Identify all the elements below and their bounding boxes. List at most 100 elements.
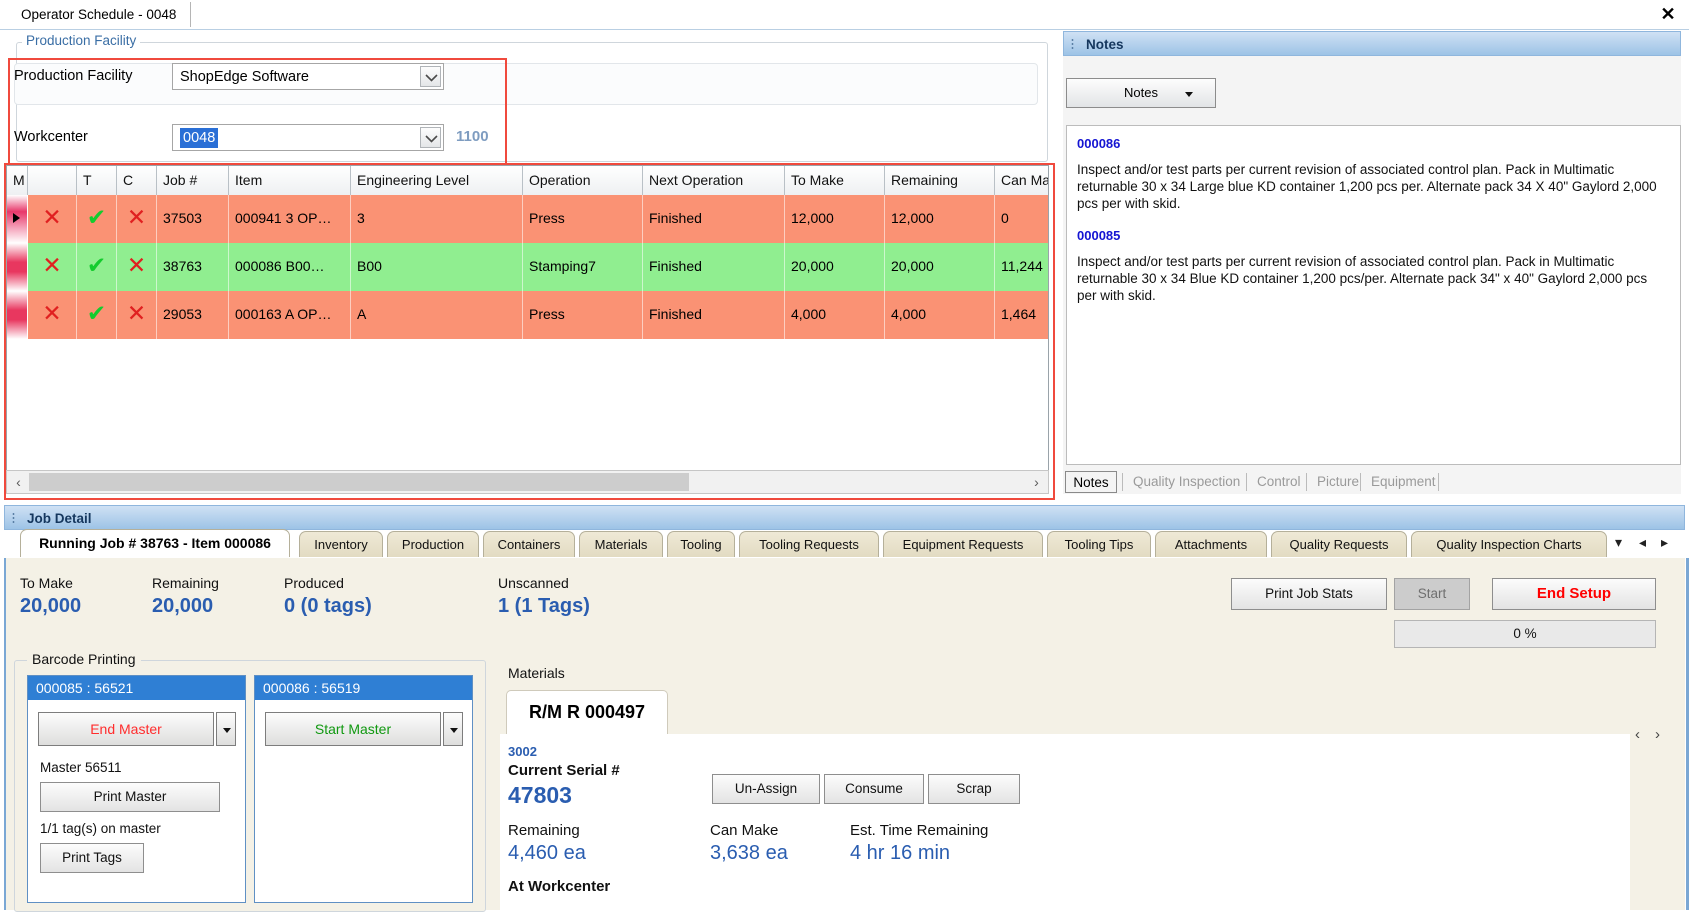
- tab-running-job[interactable]: Running Job # 38763 - Item 000086: [20, 529, 290, 557]
- cell-m[interactable]: ✕: [28, 291, 77, 339]
- print-job-stats-button[interactable]: Print Job Stats: [1231, 578, 1387, 610]
- grid-col-item[interactable]: Item: [229, 166, 351, 195]
- tab-materials[interactable]: Materials: [579, 531, 663, 557]
- cell-next-operation[interactable]: Finished: [643, 291, 785, 339]
- chevron-down-icon[interactable]: [420, 127, 441, 148]
- start-master-button[interactable]: Start Master: [265, 712, 441, 746]
- tab-notes[interactable]: Notes: [1065, 471, 1117, 493]
- table-row[interactable]: ✕ ✔ ✕ 29053 000163 A OP… A Press Finishe…: [7, 291, 1048, 339]
- cell-job[interactable]: 29053: [157, 291, 229, 339]
- scrollbar-thumb[interactable]: [29, 473, 689, 491]
- grid-col-job[interactable]: Job #: [157, 166, 229, 195]
- chevron-down-icon[interactable]: [443, 712, 463, 746]
- grid-col-can-make[interactable]: Can Ma: [995, 166, 1048, 195]
- chevron-down-icon[interactable]: [420, 66, 441, 87]
- cell-next-operation[interactable]: Finished: [643, 195, 785, 243]
- chevron-down-icon[interactable]: [216, 712, 236, 746]
- table-row[interactable]: ✕ ✔ ✕ 37503 000941 3 OP… 3 Press Finishe…: [7, 195, 1048, 243]
- cell-remaining[interactable]: 4,000: [885, 291, 995, 339]
- row-marker[interactable]: [7, 243, 28, 291]
- notes-content-box[interactable]: 000086 Inspect and/or test parts per cur…: [1066, 125, 1681, 465]
- grid-col-blank[interactable]: [28, 166, 77, 195]
- tab-quality-inspection-charts[interactable]: Quality Inspection Charts: [1411, 531, 1607, 557]
- scrap-button[interactable]: Scrap: [928, 774, 1020, 804]
- tab-control[interactable]: Control: [1250, 471, 1308, 493]
- end-setup-button[interactable]: End Setup: [1492, 578, 1656, 610]
- cell-to-make[interactable]: 4,000: [785, 291, 885, 339]
- window-tab-operator-schedule[interactable]: Operator Schedule - 0048: [9, 2, 192, 27]
- cell-m[interactable]: ✕: [28, 195, 77, 243]
- notes-dropdown-button[interactable]: Notes: [1066, 78, 1216, 108]
- row-marker[interactable]: [7, 291, 28, 339]
- table-row[interactable]: ✕ ✔ ✕ 38763 000086 B00… B00 Stamping7 Fi…: [7, 243, 1048, 291]
- cell-t[interactable]: ✔: [77, 195, 117, 243]
- grid-col-c[interactable]: C: [117, 166, 157, 195]
- cell-item[interactable]: 000163 A OP…: [229, 291, 351, 339]
- drag-grip-icon[interactable]: [1071, 38, 1074, 51]
- consume-button[interactable]: Consume: [824, 774, 924, 804]
- tab-equipment-requests[interactable]: Equipment Requests: [883, 531, 1043, 557]
- job-schedule-grid[interactable]: M T C Job # Item Engineering Level Opera…: [6, 165, 1049, 494]
- cell-job[interactable]: 37503: [157, 195, 229, 243]
- grid-col-m[interactable]: M: [7, 166, 28, 195]
- cell-c[interactable]: ✕: [117, 243, 157, 291]
- cell-remaining[interactable]: 20,000: [885, 243, 995, 291]
- close-icon[interactable]: ✕: [1657, 3, 1679, 25]
- cell-operation[interactable]: Stamping7: [523, 243, 643, 291]
- chevron-left-icon[interactable]: ◂: [1639, 534, 1646, 551]
- grid-col-to-make[interactable]: To Make: [785, 166, 885, 195]
- chevron-right-icon[interactable]: ›: [1655, 726, 1660, 743]
- cell-engineering-level[interactable]: B00: [351, 243, 523, 291]
- tab-tooling-requests[interactable]: Tooling Requests: [739, 531, 879, 557]
- tab-list-icon[interactable]: ▾: [1615, 534, 1622, 551]
- cell-can-make[interactable]: 1,464: [995, 291, 1048, 339]
- drag-grip-icon[interactable]: [12, 512, 15, 525]
- chevron-right-icon[interactable]: ›: [1027, 472, 1046, 492]
- grid-col-next-operation[interactable]: Next Operation: [643, 166, 785, 195]
- cell-next-operation[interactable]: Finished: [643, 243, 785, 291]
- start-master-split-button[interactable]: Start Master: [265, 712, 463, 746]
- cell-job[interactable]: 38763: [157, 243, 229, 291]
- tab-containers[interactable]: Containers: [483, 531, 575, 557]
- grid-col-remaining[interactable]: Remaining: [885, 166, 995, 195]
- cell-t[interactable]: ✔: [77, 243, 117, 291]
- un-assign-button[interactable]: Un-Assign: [712, 774, 820, 804]
- chevron-right-icon[interactable]: ▸: [1661, 534, 1668, 551]
- tab-attachments[interactable]: Attachments: [1155, 531, 1267, 557]
- end-master-split-button[interactable]: End Master: [38, 712, 236, 746]
- barcode-card-000086[interactable]: 000086 : 56519 Start Master: [254, 675, 473, 903]
- tab-equipment[interactable]: Equipment: [1364, 471, 1443, 493]
- end-master-button[interactable]: End Master: [38, 712, 214, 746]
- grid-col-operation[interactable]: Operation: [523, 166, 643, 195]
- tab-inventory[interactable]: Inventory: [299, 531, 383, 557]
- row-marker-current[interactable]: [7, 195, 28, 243]
- workcenter-combo[interactable]: 0048: [172, 124, 444, 151]
- cell-remaining[interactable]: 12,000: [885, 195, 995, 243]
- cell-engineering-level[interactable]: 3: [351, 195, 523, 243]
- cell-engineering-level[interactable]: A: [351, 291, 523, 339]
- cell-m[interactable]: ✕: [28, 243, 77, 291]
- tab-quality-inspection[interactable]: Quality Inspection: [1126, 471, 1247, 493]
- cell-c[interactable]: ✕: [117, 291, 157, 339]
- tab-picture[interactable]: Picture: [1310, 471, 1366, 493]
- tab-quality-requests[interactable]: Quality Requests: [1271, 531, 1407, 557]
- cell-can-make[interactable]: 11,244: [995, 243, 1048, 291]
- cell-to-make[interactable]: 12,000: [785, 195, 885, 243]
- cell-to-make[interactable]: 20,000: [785, 243, 885, 291]
- start-button[interactable]: Start: [1394, 578, 1470, 610]
- production-facility-combo[interactable]: ShopEdge Software: [172, 63, 444, 90]
- print-master-button[interactable]: Print Master: [40, 782, 220, 812]
- grid-horizontal-scrollbar[interactable]: ‹ ›: [6, 470, 1049, 494]
- tab-rm-r-000497[interactable]: R/M R 000497: [506, 690, 669, 734]
- cell-operation[interactable]: Press: [523, 291, 643, 339]
- chevron-left-icon[interactable]: ‹: [1635, 726, 1640, 743]
- tab-tooling-tips[interactable]: Tooling Tips: [1047, 531, 1151, 557]
- cell-item[interactable]: 000941 3 OP…: [229, 195, 351, 243]
- chevron-left-icon[interactable]: ‹: [9, 472, 28, 492]
- cell-operation[interactable]: Press: [523, 195, 643, 243]
- barcode-card-000085[interactable]: 000085 : 56521 End Master Master 56511 P…: [27, 675, 246, 903]
- grid-col-t[interactable]: T: [77, 166, 117, 195]
- tab-tooling[interactable]: Tooling: [667, 531, 735, 557]
- cell-item[interactable]: 000086 B00…: [229, 243, 351, 291]
- cell-t[interactable]: ✔: [77, 291, 117, 339]
